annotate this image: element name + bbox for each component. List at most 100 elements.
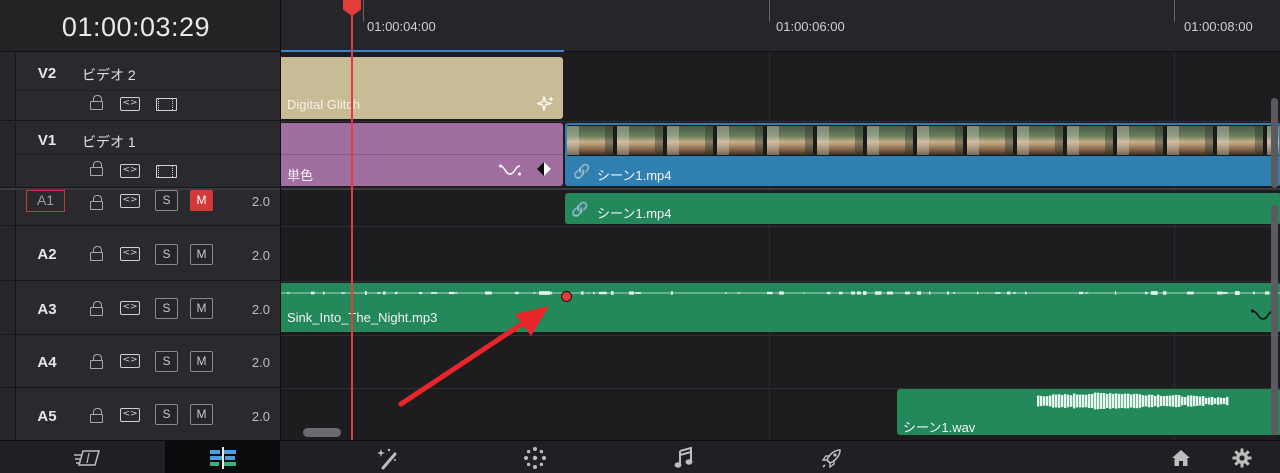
color-page-button[interactable]: [500, 441, 570, 473]
timecode-text: 01:00:03:29: [61, 12, 211, 42]
keyframe-icon[interactable]: [537, 162, 551, 176]
solo-button[interactable]: S: [155, 351, 178, 372]
waveform-peak: [977, 291, 979, 295]
waveform-peak: [1145, 291, 1148, 295]
playhead[interactable]: [351, 10, 353, 440]
track-header-a5: A5 <> S M 2.0: [0, 388, 280, 440]
waveform-peak: [1061, 394, 1064, 408]
lock-icon[interactable]: [90, 408, 103, 423]
track-header-v1: V1 ビデオ 1 <>: [0, 122, 280, 188]
audio-vertical-scrollbar[interactable]: [1271, 205, 1278, 435]
clip-scene1-wav[interactable]: シーン1.wav: [897, 389, 1280, 435]
waveform-peak: [857, 291, 861, 295]
waveform-peak: [671, 291, 673, 295]
fusion-page-button[interactable]: [352, 441, 422, 473]
home-button[interactable]: [1146, 441, 1216, 473]
cut-page-icon: [74, 449, 100, 466]
clip-solid-color[interactable]: 単色: [281, 123, 563, 186]
mute-button[interactable]: M: [190, 298, 213, 319]
ruler-label: 01:00:08:00: [1184, 19, 1253, 34]
waveform-peak: [1151, 394, 1154, 408]
lock-icon[interactable]: [90, 246, 103, 261]
timeline-ruler[interactable]: 01:00:04:00 01:00:06:00 01:00:08:00: [281, 0, 1280, 52]
waveform-peak: [1037, 395, 1040, 407]
lock-icon[interactable]: [90, 161, 103, 176]
auto-select-icon[interactable]: <>: [120, 301, 140, 315]
waveform-peak: [1220, 397, 1223, 405]
timeline-area[interactable]: 01:00:04:00 01:00:06:00 01:00:08:00 Digi…: [280, 0, 1280, 440]
waveform-peak: [605, 291, 607, 295]
waveform-peak: [593, 291, 595, 295]
fairlight-page-button[interactable]: [649, 441, 719, 473]
mute-button[interactable]: M: [190, 244, 213, 265]
deliver-page-button[interactable]: [797, 441, 867, 473]
clip-thumbnail: [1217, 126, 1263, 155]
mute-button[interactable]: M: [190, 404, 213, 425]
clip-thumbnail: [1067, 126, 1113, 155]
mute-button[interactable]: M: [190, 351, 213, 372]
waveform-peak: [953, 292, 956, 294]
waveform-peak: [1223, 292, 1228, 294]
edit-page-icon: [209, 446, 236, 469]
waveform-peak: [803, 292, 805, 294]
auto-select-icon[interactable]: <>: [120, 164, 140, 178]
video-vertical-scrollbar[interactable]: [1271, 98, 1278, 188]
waveform-peak: [1091, 393, 1094, 409]
cut-page-button[interactable]: [53, 441, 123, 473]
clip-thumbnail: [767, 126, 813, 155]
waveform-peak: [1211, 396, 1214, 406]
lock-icon[interactable]: [90, 95, 103, 110]
track-id-v1: V1: [37, 132, 57, 149]
solo-button[interactable]: S: [155, 298, 178, 319]
clip-digital-glitch[interactable]: Digital Glitch: [281, 57, 563, 119]
horizontal-scrollbar[interactable]: [303, 428, 341, 437]
ruler-tick: [1174, 0, 1175, 22]
waveform-peak: [1157, 394, 1160, 408]
waveform-peak: [1007, 291, 1011, 295]
clip-thumbnail: [867, 126, 913, 155]
waveform-peak: [1127, 393, 1130, 409]
auto-select-icon[interactable]: <>: [120, 194, 140, 208]
waveform-peak: [1115, 393, 1118, 409]
waveform-peak: [1223, 398, 1226, 404]
waveform-peak: [287, 292, 290, 294]
settings-button[interactable]: [1207, 441, 1277, 473]
volume-keyframe[interactable]: [561, 291, 572, 302]
waveform-peak: [1208, 397, 1211, 405]
waveform-peak: [1253, 291, 1255, 295]
clip-scene1-video[interactable]: 🔗 シーン1.mp4: [565, 123, 1280, 186]
waveform-peak: [767, 291, 773, 295]
solo-button[interactable]: S: [155, 244, 178, 265]
track-name-v1[interactable]: ビデオ 1: [82, 132, 136, 152]
lock-icon[interactable]: [90, 301, 103, 316]
video-toggle-icon[interactable]: [156, 165, 177, 178]
waveform-peak: [311, 291, 315, 295]
auto-select-icon[interactable]: <>: [120, 97, 140, 111]
waveform-peak: [1130, 394, 1133, 408]
mute-button[interactable]: M: [190, 190, 213, 211]
track-name-v2[interactable]: ビデオ 2: [82, 65, 136, 85]
waveform-peak: [1043, 396, 1046, 406]
waveform-peak: [1178, 395, 1181, 407]
solo-button[interactable]: S: [155, 190, 178, 211]
waveform-peak: [725, 292, 727, 294]
track-volume: 2.0: [251, 248, 270, 263]
clip-thumbnail: [717, 126, 763, 155]
audio-waveform: [1037, 392, 1229, 410]
track-edge: [0, 190, 16, 225]
edit-page-button[interactable]: [165, 441, 280, 473]
waveform-peak: [1205, 397, 1208, 405]
lock-icon[interactable]: [90, 195, 103, 210]
lane-divider: [281, 281, 1280, 282]
auto-select-icon[interactable]: <>: [120, 247, 140, 261]
grid-line: [1174, 52, 1175, 440]
clip-scene1-audio[interactable]: 🔗 シーン1.mp4: [565, 193, 1280, 224]
video-toggle-icon[interactable]: [156, 98, 177, 111]
auto-select-icon[interactable]: <>: [120, 408, 140, 422]
lock-icon[interactable]: [90, 354, 103, 369]
track-id-a1[interactable]: A1: [26, 190, 65, 212]
waveform-peak: [551, 291, 553, 295]
solo-button[interactable]: S: [155, 404, 178, 425]
clip-thumbnail: [1117, 126, 1163, 155]
auto-select-icon[interactable]: <>: [120, 354, 140, 368]
